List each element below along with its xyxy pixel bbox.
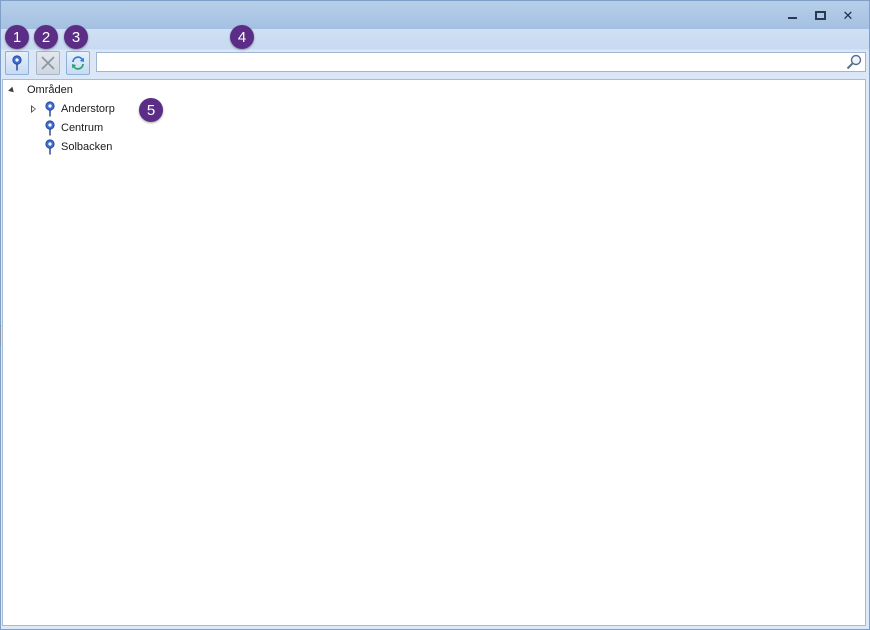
title-bar[interactable]: ✕ [1,1,869,29]
search-icon[interactable] [845,54,863,70]
tree-root-node[interactable]: Områden [8,81,73,99]
add-area-button[interactable] [5,51,29,75]
refresh-icon [72,56,84,70]
close-icon: ✕ [842,7,854,23]
tree-node-label: Centrum [61,122,104,134]
annotation-badge-4: 4 [230,25,254,49]
minimize-icon [787,17,797,19]
map-pin-icon [45,139,55,155]
minimize-button[interactable] [781,6,803,24]
delete-button[interactable] [36,51,60,75]
map-pin-icon [45,101,55,117]
maximize-button[interactable] [809,6,831,24]
area-tree[interactable]: Områden Anderstorp Centrum Solbacken [2,79,866,626]
annotation-badge-3: 3 [64,25,88,49]
map-pin-icon [12,55,22,71]
refresh-button[interactable] [66,51,90,75]
annotation-badge-5: 5 [139,98,163,122]
tree-node-anderstorp[interactable]: Anderstorp [31,100,115,118]
resize-grip[interactable] [0,325,3,345]
tree-root-label: Områden [27,84,73,96]
annotation-badge-2: 2 [34,25,58,49]
tree-node-solbacken[interactable]: Solbacken [31,138,112,156]
search-input[interactable] [99,54,843,70]
close-button[interactable]: ✕ [837,6,859,24]
tree-node-label: Anderstorp [61,103,115,115]
maximize-icon [814,10,826,20]
tree-node-centrum[interactable]: Centrum [31,119,103,137]
tree-node-label: Solbacken [61,141,113,153]
expand-arrow-icon[interactable] [31,105,36,113]
search-field [96,52,866,72]
map-pin-icon [45,120,55,136]
annotation-badge-1: 1 [5,25,29,49]
collapse-arrow-icon[interactable] [8,86,16,94]
delete-x-icon [41,56,55,70]
